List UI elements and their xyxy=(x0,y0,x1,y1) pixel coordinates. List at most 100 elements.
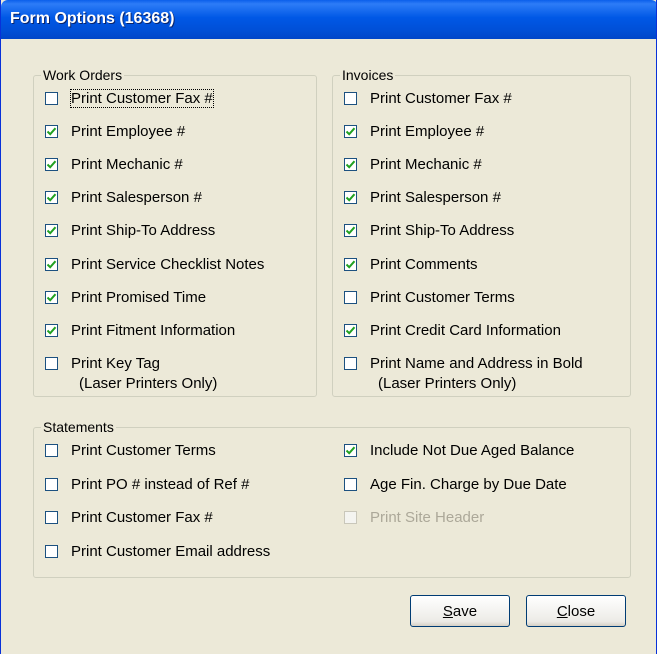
work-orders-checkbox-print-service-checklist-notes[interactable]: Print Service Checklist Notes xyxy=(45,255,264,277)
work-orders-checkbox-print-key-tag[interactable]: Print Key Tag (Laser Printers Only) xyxy=(45,354,217,392)
checkbox-box-icon xyxy=(45,92,58,105)
invoices-checkbox-print-salesperson[interactable]: Print Salesperson # xyxy=(344,188,501,210)
checkbox-label-text: Print Mechanic # xyxy=(71,156,183,174)
checkbox-label: Print Promised Time xyxy=(71,288,206,308)
checkbox-label-text: Print Ship-To Address xyxy=(370,222,515,240)
checkbox-label-text: Print Name and Address in Bold xyxy=(370,354,583,372)
invoices-checkbox-print-comments[interactable]: Print Comments xyxy=(344,255,478,277)
checkbox-box-icon xyxy=(45,323,58,337)
checkbox-label: Print Site Header xyxy=(370,508,484,528)
checkbox-label: Print PO # instead of Ref # xyxy=(71,475,249,495)
checkbox-label: Print Key Tag (Laser Printers Only) xyxy=(71,354,217,394)
checkbox-box-icon xyxy=(45,477,58,491)
checkbox-label: Print Name and Address in Bold (Laser Pri… xyxy=(370,354,583,394)
checkbox-sublabel: (Laser Printers Only) xyxy=(378,374,517,392)
checkbox-box-icon xyxy=(344,290,357,304)
statements-checkbox-print-customer-email-address[interactable]: Print Customer Email address xyxy=(45,542,270,564)
checkbox-label: Print Mechanic # xyxy=(370,155,482,175)
work-orders-checkbox-print-ship-to-address[interactable]: Print Ship-To Address xyxy=(45,221,215,243)
save-button[interactable]: Save xyxy=(410,595,510,627)
checkbox-label-text: Print Service Checklist Notes xyxy=(71,255,265,273)
statements-checkbox-print-site-header: Print Site Header xyxy=(344,508,484,530)
checkbox-label: Print Fitment Information xyxy=(71,321,235,341)
checkbox-box-icon xyxy=(45,444,58,457)
checkbox-box-icon xyxy=(344,92,357,105)
checkbox-label-text: Print Customer Fax # xyxy=(71,509,213,526)
checkbox-box-icon xyxy=(45,257,58,271)
checkbox-label-text: Print Credit Card Information xyxy=(370,321,561,339)
invoices-checkbox-print-ship-to-address[interactable]: Print Ship-To Address xyxy=(344,221,514,243)
checkbox-label: Print Ship-To Address xyxy=(71,221,215,241)
work-orders-checkbox-print-salesperson[interactable]: Print Salesperson # xyxy=(45,188,202,210)
close-button-accel: C xyxy=(556,602,568,620)
invoices-checkbox-print-credit-card-information[interactable]: Print Credit Card Information xyxy=(344,321,561,343)
work-orders-checkbox-print-customer-fax[interactable]: Print Customer Fax # xyxy=(45,89,214,111)
checkbox-label: Print Customer Terms xyxy=(370,288,515,308)
checkbox-sublabel: (Laser Printers Only) xyxy=(79,374,218,392)
checkbox-box-icon xyxy=(344,158,357,172)
checkbox-label-text: Print Customer Terms xyxy=(71,442,216,459)
checkbox-box-icon xyxy=(45,191,58,205)
invoices-legend: Invoices xyxy=(342,67,394,83)
checkbox-label: Print Customer Fax # xyxy=(70,89,214,109)
save-button-accel: S xyxy=(442,602,453,620)
checkbox-label: Print Service Checklist Notes xyxy=(71,255,264,275)
checkbox-box-icon xyxy=(45,511,58,524)
checkbox-box-icon xyxy=(344,257,357,271)
statements-checkbox-print-po-instead-of-ref[interactable]: Print PO # instead of Ref # xyxy=(45,475,249,497)
checkbox-label-text: Print Fitment Information xyxy=(71,321,236,339)
save-button-label: ave xyxy=(452,602,478,620)
checkbox-box-icon xyxy=(344,224,357,238)
checkbox-label: Print Mechanic # xyxy=(71,155,183,175)
invoices-checkbox-print-name-and-address-in-bold[interactable]: Print Name and Address in Bold (Laser Pri… xyxy=(344,354,583,392)
statements-legend: Statements xyxy=(43,419,114,435)
checkbox-label-text: Print Customer Terms xyxy=(370,288,515,306)
checkbox-box-icon xyxy=(344,356,357,370)
checkbox-box-icon xyxy=(344,125,357,139)
checkbox-label-text: Print Employee # xyxy=(370,123,485,141)
checkbox-label: Print Salesperson # xyxy=(71,188,202,208)
statements-checkbox-age-fin-charge-by-due-date[interactable]: Age Fin. Charge by Due Date xyxy=(344,475,567,497)
checkbox-label: Print Comments xyxy=(370,255,478,275)
checkbox-label: Print Customer Fax # xyxy=(71,508,213,528)
invoices-checkbox-print-customer-terms[interactable]: Print Customer Terms xyxy=(344,288,515,310)
close-button-label: lose xyxy=(567,602,596,620)
checkbox-label: Print Employee # xyxy=(71,122,185,142)
checkbox-box-icon xyxy=(45,224,58,238)
checkbox-label-text: Print Ship-To Address xyxy=(71,222,216,240)
checkbox-box-icon xyxy=(344,511,357,524)
work-orders-checkbox-print-employee[interactable]: Print Employee # xyxy=(45,122,185,144)
checkbox-label: Print Customer Email address xyxy=(71,542,270,562)
close-button[interactable]: Close xyxy=(526,595,626,627)
invoices-checkbox-print-customer-fax[interactable]: Print Customer Fax # xyxy=(344,89,512,111)
statements-checkbox-include-not-due-aged-balance[interactable]: Include Not Due Aged Balance xyxy=(344,441,574,463)
checkbox-box-icon xyxy=(45,544,58,558)
checkbox-label-text: Print Promised Time xyxy=(71,288,207,306)
work-orders-checkbox-print-promised-time[interactable]: Print Promised Time xyxy=(45,288,206,310)
checkbox-label-text: Print Salesperson # xyxy=(71,189,202,207)
statements-checkbox-print-customer-terms[interactable]: Print Customer Terms xyxy=(45,441,216,463)
checkbox-label-text: Print PO # instead of Ref # xyxy=(71,475,250,493)
checkbox-label-text: Print Key Tag xyxy=(71,354,160,372)
invoices-checkbox-print-mechanic[interactable]: Print Mechanic # xyxy=(344,155,482,177)
checkbox-label: Print Credit Card Information xyxy=(370,321,561,341)
checkbox-box-icon xyxy=(45,290,58,304)
checkbox-box-icon xyxy=(344,323,357,337)
checkbox-label-text: Print Comments xyxy=(370,255,478,273)
work-orders-checkbox-print-mechanic[interactable]: Print Mechanic # xyxy=(45,155,183,177)
checkbox-box-icon xyxy=(45,158,58,172)
checkbox-box-icon xyxy=(344,444,357,457)
statements-checkbox-print-customer-fax[interactable]: Print Customer Fax # xyxy=(45,508,213,530)
checkbox-label: Print Customer Fax # xyxy=(370,89,512,109)
checkbox-box-icon xyxy=(344,477,357,491)
title-bar[interactable]: Form Options (16368) xyxy=(1,0,656,39)
checkbox-label: Print Customer Terms xyxy=(71,441,216,461)
window-title: Form Options (16368) xyxy=(10,10,175,27)
checkbox-label-text: Print Customer Fax # xyxy=(70,89,214,108)
work-orders-checkbox-print-fitment-information[interactable]: Print Fitment Information xyxy=(45,321,235,343)
checkbox-label-text: Print Employee # xyxy=(71,123,186,141)
form-options-window: Form Options (16368) Work Orders Invoice… xyxy=(0,0,657,654)
checkbox-label: Include Not Due Aged Balance xyxy=(370,441,574,461)
invoices-checkbox-print-employee[interactable]: Print Employee # xyxy=(344,122,484,144)
checkbox-label-text: Print Mechanic # xyxy=(370,156,482,174)
